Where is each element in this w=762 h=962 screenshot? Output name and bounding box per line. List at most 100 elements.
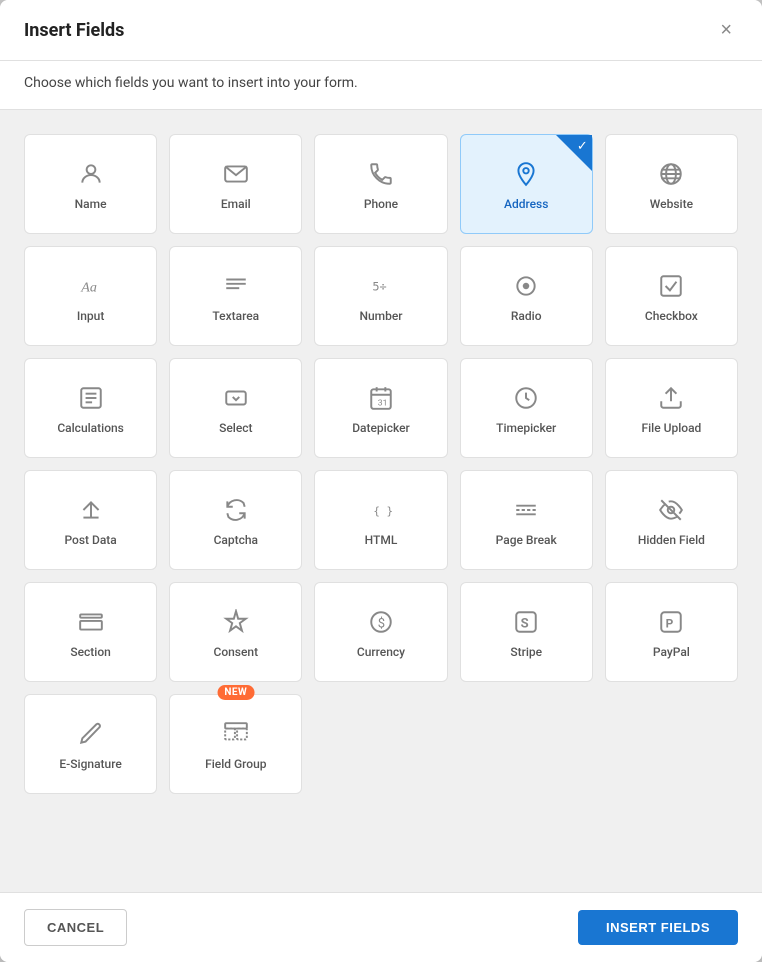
fieldgroup-label: Field Group — [205, 757, 266, 771]
timepicker-icon — [513, 385, 539, 411]
field-card-currency[interactable]: $ Currency — [314, 582, 447, 682]
html-label: HTML — [365, 533, 398, 547]
hiddenfield-icon — [658, 497, 684, 523]
calculations-icon — [78, 385, 104, 411]
currency-icon: $ — [368, 609, 394, 635]
field-card-name[interactable]: Name — [24, 134, 157, 234]
modal-body: Name Email Phone ✓ Address Website Aa Input Te… — [0, 110, 762, 892]
insert-fields-button[interactable]: INSERT FIELDS — [578, 910, 738, 945]
radio-icon — [513, 273, 539, 299]
svg-text:Aa: Aa — [80, 279, 97, 295]
selected-corner: ✓ — [556, 135, 592, 171]
textarea-label: Textarea — [212, 309, 259, 323]
email-label: Email — [221, 197, 251, 211]
timepicker-label: Timepicker — [496, 421, 556, 435]
field-card-website[interactable]: Website — [605, 134, 738, 234]
datepicker-label: Datepicker — [352, 421, 410, 435]
fields-grid: Name Email Phone ✓ Address Website Aa Input Te… — [24, 134, 738, 794]
fileupload-icon — [658, 385, 684, 411]
currency-label: Currency — [357, 645, 405, 659]
postdata-icon — [78, 497, 104, 523]
field-card-pagebreak[interactable]: Page Break — [460, 470, 593, 570]
input-icon: Aa — [78, 273, 104, 299]
field-card-postdata[interactable]: Post Data — [24, 470, 157, 570]
datepicker-icon: 31 — [368, 385, 394, 411]
field-card-html[interactable]: { } HTML — [314, 470, 447, 570]
stripe-label: Stripe — [510, 645, 542, 659]
field-card-hiddenfield[interactable]: Hidden Field — [605, 470, 738, 570]
pagebreak-label: Page Break — [496, 533, 557, 547]
svg-text:$: $ — [378, 616, 385, 631]
field-card-consent[interactable]: Consent — [169, 582, 302, 682]
field-card-calculations[interactable]: Calculations — [24, 358, 157, 458]
checkbox-icon — [658, 273, 684, 299]
number-label: Number — [359, 309, 402, 323]
new-badge: NEW — [217, 685, 254, 700]
postdata-label: Post Data — [64, 533, 116, 547]
cancel-button[interactable]: CANCEL — [24, 909, 127, 946]
esignature-icon — [78, 721, 104, 747]
field-card-fileupload[interactable]: File Upload — [605, 358, 738, 458]
captcha-label: Captcha — [214, 533, 258, 547]
consent-icon — [223, 609, 249, 635]
hiddenfield-label: Hidden Field — [638, 533, 705, 547]
field-card-checkbox[interactable]: Checkbox — [605, 246, 738, 346]
input-label: Input — [77, 309, 105, 323]
close-button[interactable]: × — [714, 18, 738, 42]
radio-label: Radio — [511, 309, 542, 323]
paypal-icon: P — [658, 609, 684, 635]
html-icon: { } — [368, 497, 394, 523]
field-card-textarea[interactable]: Textarea — [169, 246, 302, 346]
modal-header: Insert Fields × — [0, 0, 762, 61]
field-card-section[interactable]: Section — [24, 582, 157, 682]
paypal-label: PayPal — [653, 645, 690, 659]
svg-text:P: P — [666, 616, 674, 630]
field-card-input[interactable]: Aa Input — [24, 246, 157, 346]
field-card-fieldgroup[interactable]: NEWField Group — [169, 694, 302, 794]
modal-title: Insert Fields — [24, 20, 124, 41]
field-card-radio[interactable]: Radio — [460, 246, 593, 346]
address-label: Address — [504, 197, 548, 211]
website-icon — [658, 161, 684, 187]
consent-label: Consent — [213, 645, 258, 659]
insert-fields-modal: Insert Fields × Choose which fields you … — [0, 0, 762, 962]
email-icon — [223, 161, 249, 187]
stripe-icon: S — [513, 609, 539, 635]
field-card-address[interactable]: ✓ Address — [460, 134, 593, 234]
field-card-captcha[interactable]: Captcha — [169, 470, 302, 570]
field-card-email[interactable]: Email — [169, 134, 302, 234]
calculations-label: Calculations — [57, 421, 124, 435]
field-card-datepicker[interactable]: 31 Datepicker — [314, 358, 447, 458]
section-label: Section — [70, 645, 111, 659]
field-card-stripe[interactable]: S Stripe — [460, 582, 593, 682]
address-icon — [513, 161, 539, 187]
name-label: Name — [75, 197, 107, 211]
textarea-icon — [223, 273, 249, 299]
fileupload-label: File Upload — [641, 421, 701, 435]
svg-text:{ }: { } — [373, 504, 393, 517]
fieldgroup-icon — [223, 721, 249, 747]
field-card-timepicker[interactable]: Timepicker — [460, 358, 593, 458]
number-icon: 5÷ — [368, 273, 394, 299]
checkbox-label: Checkbox — [645, 309, 698, 323]
field-card-phone[interactable]: Phone — [314, 134, 447, 234]
phone-label: Phone — [364, 197, 398, 211]
pagebreak-icon — [513, 497, 539, 523]
svg-text:31: 31 — [378, 399, 388, 409]
field-card-esignature[interactable]: E-Signature — [24, 694, 157, 794]
modal-footer: CANCEL INSERT FIELDS — [0, 892, 762, 962]
phone-icon — [368, 161, 394, 187]
section-icon — [78, 609, 104, 635]
svg-text:5÷: 5÷ — [372, 279, 386, 293]
field-card-paypal[interactable]: P PayPal — [605, 582, 738, 682]
field-card-number[interactable]: 5÷ Number — [314, 246, 447, 346]
website-label: Website — [650, 197, 693, 211]
select-label: Select — [219, 421, 252, 435]
modal-subtitle: Choose which fields you want to insert i… — [0, 61, 762, 110]
field-card-select[interactable]: Select — [169, 358, 302, 458]
select-icon — [223, 385, 249, 411]
name-icon — [78, 161, 104, 187]
captcha-icon — [223, 497, 249, 523]
esignature-label: E-Signature — [59, 757, 121, 771]
checkmark-icon: ✓ — [577, 139, 588, 154]
